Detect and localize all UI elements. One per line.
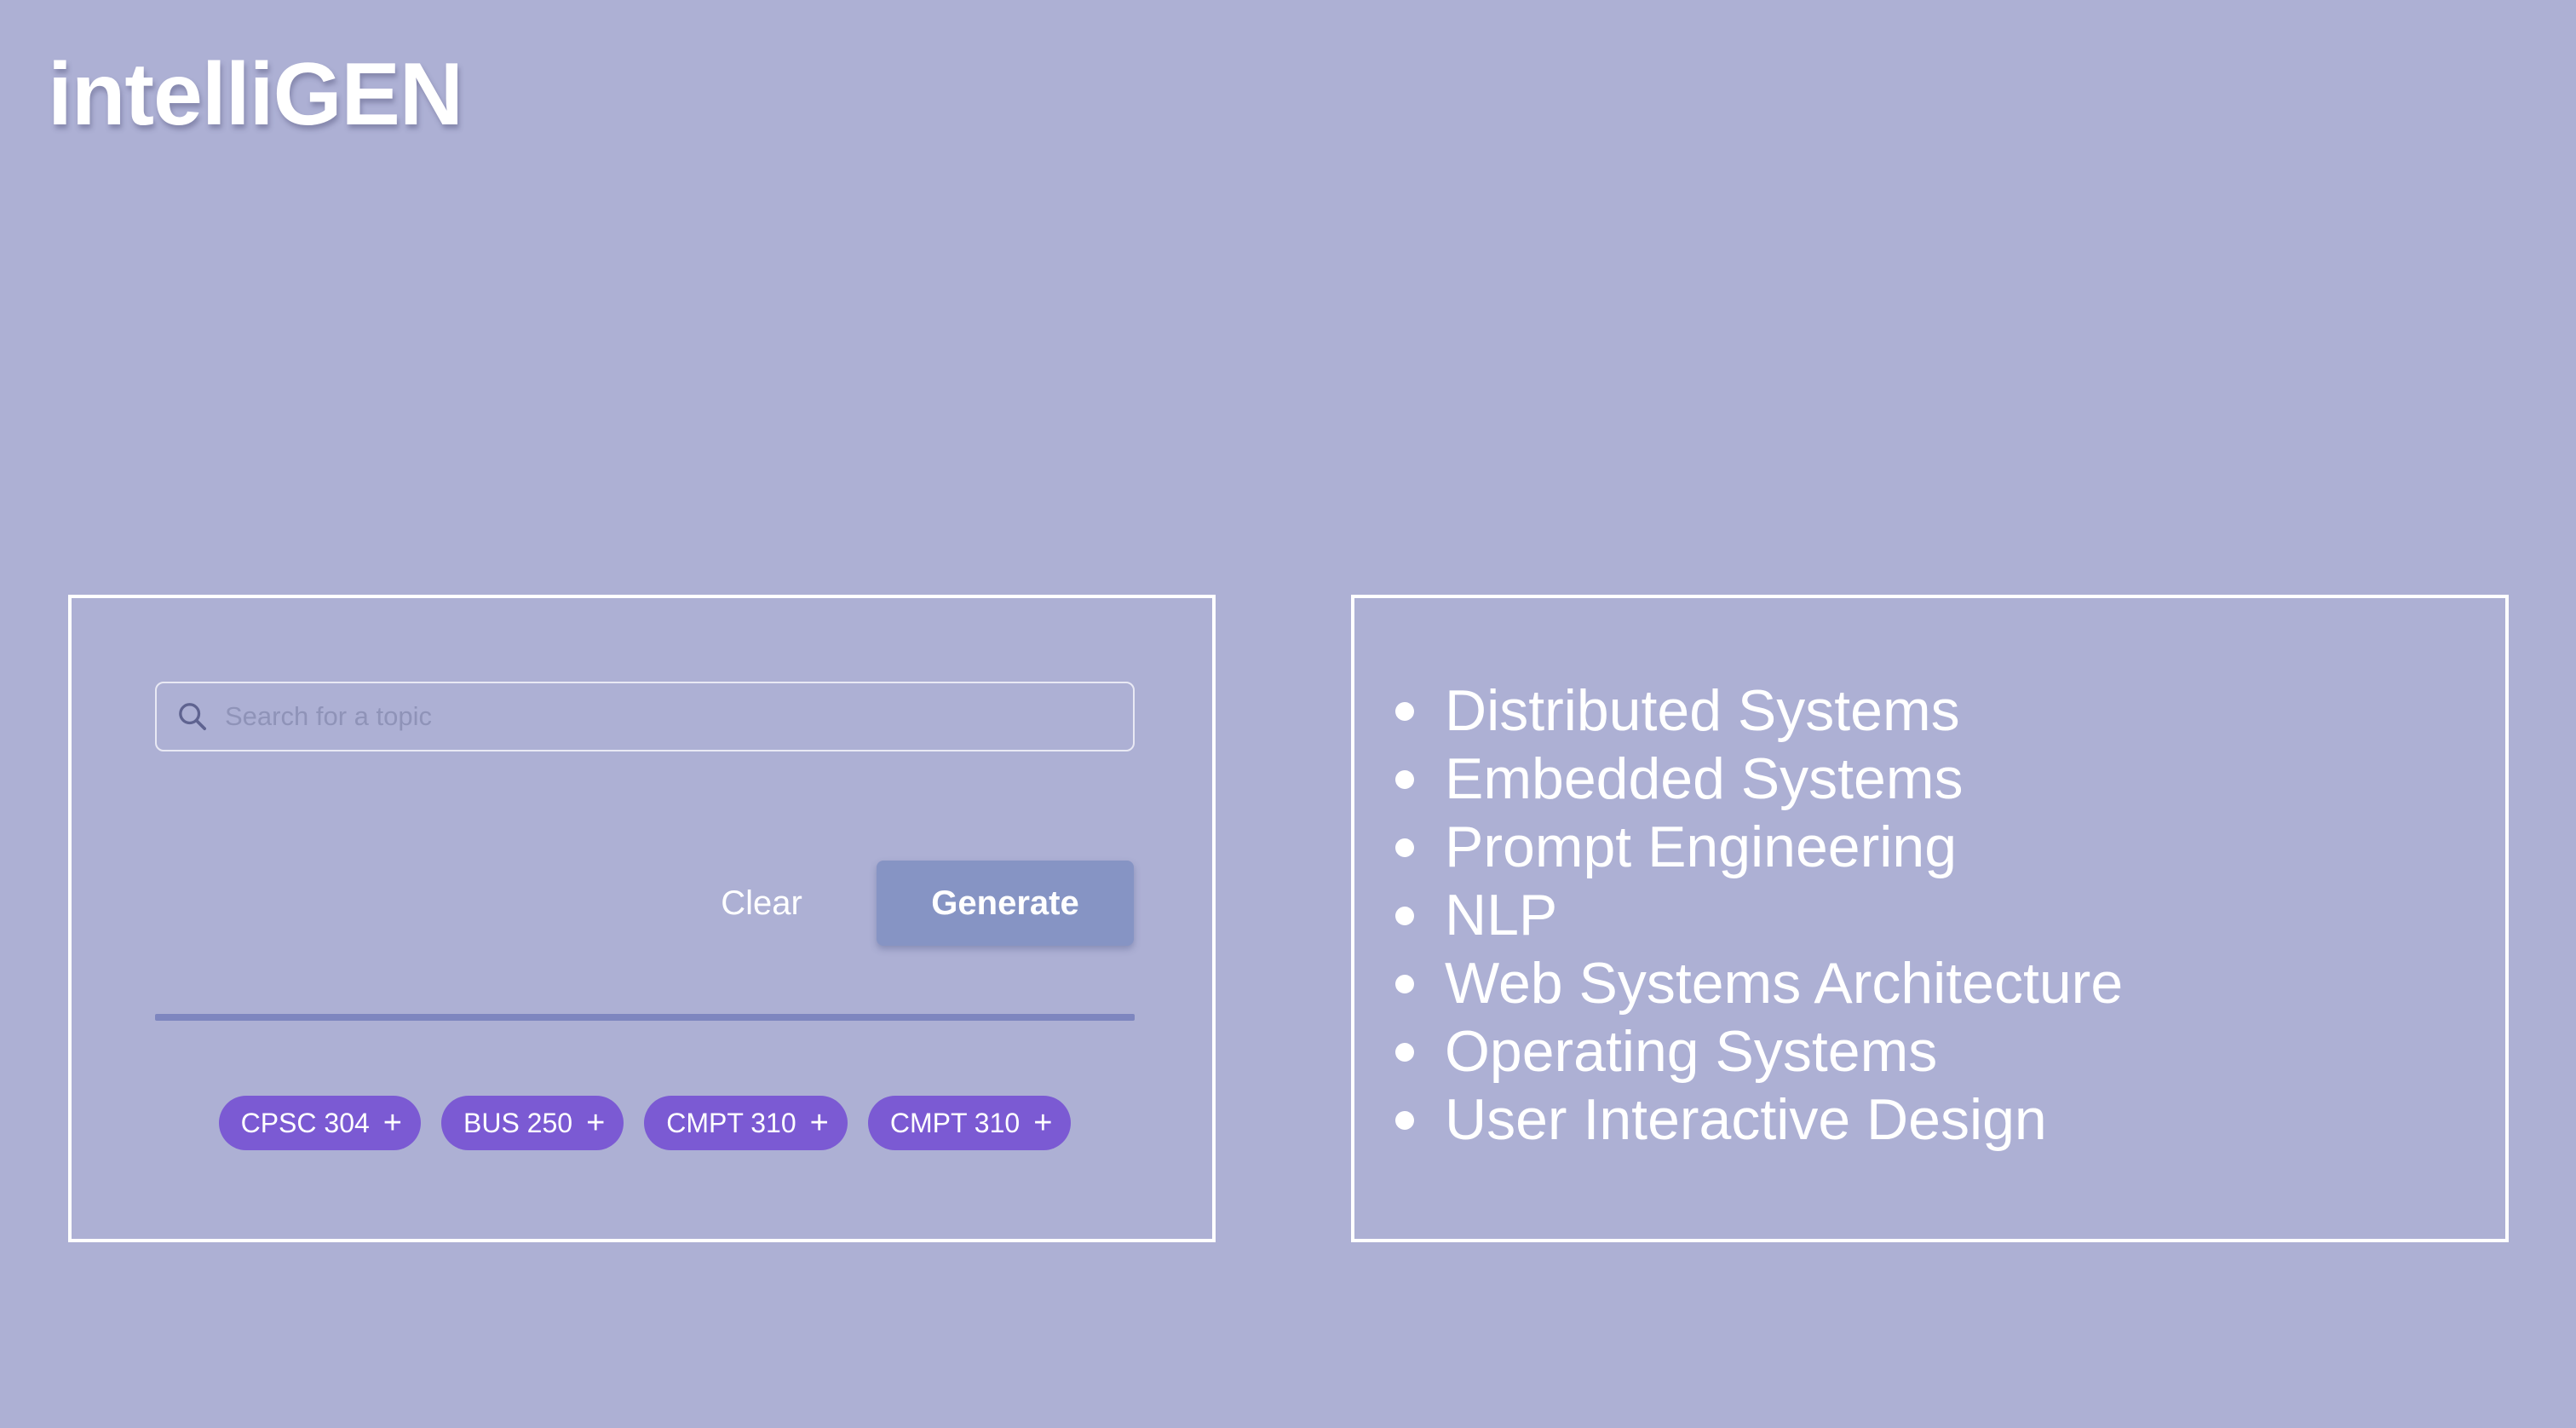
course-chips: CPSC 304 + BUS 250 + CMPT 310 + CMPT 310… [155,1096,1135,1150]
search-panel: Clear Generate CPSC 304 + BUS 250 + CMPT… [68,595,1216,1242]
topic-item[interactable]: Distributed Systems [1395,677,2123,745]
topic-item[interactable]: Prompt Engineering [1395,813,2123,881]
topic-item[interactable]: Web Systems Architecture [1395,949,2123,1017]
search-input[interactable] [225,683,1133,750]
course-chip[interactable]: CPSC 304 + [218,1096,421,1150]
chip-label: CMPT 310 [889,1107,1021,1138]
topic-item[interactable]: NLP [1395,881,2123,949]
plus-icon: + [1033,1105,1053,1141]
course-chip[interactable]: CMPT 310 + [644,1096,848,1150]
progress-bar-fill [155,1014,1135,1021]
search-box[interactable] [155,682,1135,751]
progress-bar [155,1014,1135,1021]
generate-button[interactable]: Generate [877,861,1134,946]
plus-icon: + [586,1105,606,1141]
topic-item[interactable]: User Interactive Design [1395,1085,2123,1154]
topic-item[interactable]: Embedded Systems [1395,745,2123,813]
course-chip[interactable]: CMPT 310 + [867,1096,1072,1150]
app-title: intelliGEN [48,45,463,144]
clear-button[interactable]: Clear [668,861,855,946]
plus-icon: + [382,1105,402,1141]
topic-item[interactable]: Operating Systems [1395,1017,2123,1085]
topic-list: Distributed Systems Embedded Systems Pro… [1395,677,2123,1154]
chip-label: BUS 250 [463,1107,573,1138]
chip-label: CPSC 304 [240,1107,370,1138]
search-icon [179,703,207,730]
chip-label: CMPT 310 [666,1107,796,1138]
plus-icon: + [809,1105,829,1141]
course-chip[interactable]: BUS 250 + [440,1096,624,1150]
topics-panel: Distributed Systems Embedded Systems Pro… [1351,595,2509,1242]
